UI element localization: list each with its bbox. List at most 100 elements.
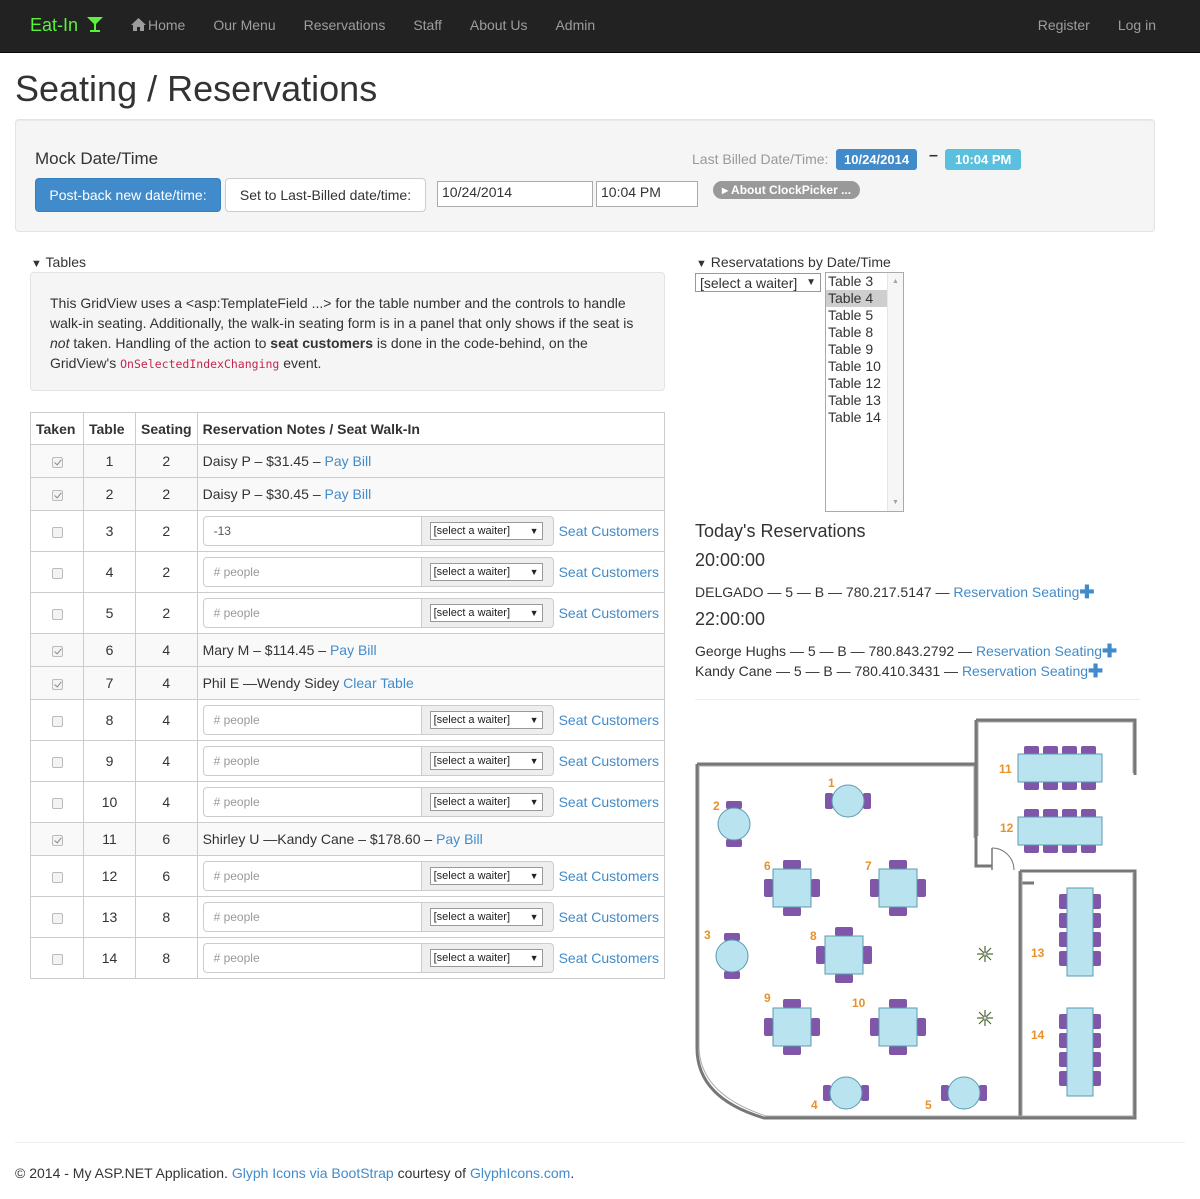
long-table[interactable] (1066, 887, 1094, 977)
seat-customers-link[interactable]: Seat Customers (559, 523, 659, 539)
glyph-icons-link[interactable]: Glyph Icons via BootStrap (232, 1165, 394, 1181)
taken-checkbox[interactable] (51, 645, 63, 657)
listbox-option[interactable]: Table 3 (826, 273, 887, 290)
taken-checkbox[interactable] (51, 678, 63, 690)
taken-checkbox[interactable] (51, 608, 63, 620)
seat-customers-link[interactable]: Seat Customers (559, 712, 659, 728)
row-action-link[interactable]: Pay Bill (325, 453, 372, 469)
tables-listbox[interactable]: Table 3 Table 4 Table 5 Table 8 Table 9 Table… (825, 272, 904, 512)
square-table[interactable] (878, 868, 918, 908)
mock-date-input[interactable]: 10/24/2014 (437, 181, 593, 207)
round-table[interactable] (715, 939, 749, 973)
people-count-input[interactable]: # people (202, 598, 422, 628)
waiter-select[interactable]: [select a waiter] ▼ (429, 711, 543, 729)
round-table[interactable] (831, 784, 865, 818)
listbox-scrollbar[interactable]: ▲ ▼ (887, 273, 903, 511)
reservation-seating-link[interactable]: Reservation Seating (976, 643, 1102, 659)
taken-checkbox[interactable] (51, 871, 63, 883)
seat-customers-link[interactable]: Seat Customers (559, 909, 659, 925)
listbox-option[interactable]: Table 12 (826, 375, 887, 392)
nav-login[interactable]: Log in (1104, 0, 1170, 52)
nav-admin[interactable]: Admin (541, 0, 609, 52)
taken-checkbox[interactable] (51, 797, 63, 809)
row-action-link[interactable]: Pay Bill (436, 831, 483, 847)
seat-customers-link[interactable]: Seat Customers (559, 868, 659, 884)
waiter-select[interactable]: [select a waiter] ▼ (429, 867, 543, 885)
seating-capacity: 4 (135, 633, 198, 667)
reservations-summary[interactable]: ▼ Reservatations by Date/Time (696, 254, 891, 270)
waiter-select[interactable]: [select a waiter] ▼ (429, 522, 543, 540)
plus-icon[interactable]: ✚ (1079, 582, 1094, 602)
long-table[interactable] (1066, 1007, 1094, 1097)
seat-customers-link[interactable]: Seat Customers (559, 950, 659, 966)
taken-checkbox[interactable] (51, 489, 63, 501)
people-count-input[interactable]: # people (202, 943, 422, 973)
plus-icon[interactable]: ✚ (1088, 661, 1103, 681)
taken-checkbox[interactable] (51, 834, 63, 846)
nav-home[interactable]: Home (117, 0, 199, 52)
listbox-option[interactable]: Table 14 (826, 409, 887, 426)
listbox-option[interactable]: Table 9 (826, 341, 887, 358)
square-table[interactable] (824, 935, 864, 975)
waiter-select[interactable]: [select a waiter] ▼ (429, 793, 543, 811)
reservation-waiter-dropdown[interactable]: [select a waiter] ▼ (695, 273, 821, 292)
glyphicons-com-link[interactable]: GlyphIcons.com (470, 1165, 570, 1181)
seat-customers-link[interactable]: Seat Customers (559, 753, 659, 769)
taken-checkbox[interactable] (51, 756, 63, 768)
square-table[interactable] (772, 868, 812, 908)
set-last-billed-button[interactable]: Set to Last-Billed date/time: (225, 178, 426, 212)
taken-checkbox[interactable] (51, 953, 63, 965)
postback-datetime-button[interactable]: Post-back new date/time: (35, 178, 221, 212)
waiter-select[interactable]: [select a waiter] ▼ (429, 752, 543, 770)
waiter-select[interactable]: [select a waiter] ▼ (429, 949, 543, 967)
listbox-option[interactable]: Table 4 (826, 290, 887, 307)
listbox-option[interactable]: Table 8 (826, 324, 887, 341)
reservation-seating-link[interactable]: Reservation Seating (953, 584, 1079, 600)
people-count-input[interactable]: -13 (202, 516, 422, 546)
people-count-input[interactable]: # people (202, 746, 422, 776)
people-count-input[interactable]: # people (202, 861, 422, 891)
square-table[interactable] (878, 1007, 918, 1047)
nav-our-menu[interactable]: Our Menu (199, 0, 289, 52)
taken-checkbox[interactable] (51, 526, 63, 538)
waiter-select-value: [select a waiter] (433, 525, 510, 537)
scroll-down-icon[interactable]: ▼ (892, 499, 899, 506)
listbox-option[interactable]: Table 10 (826, 358, 887, 375)
row-action-link[interactable]: Clear Table (343, 675, 414, 691)
about-clockpicker-toggle[interactable]: ▶ About ClockPicker ... (713, 181, 861, 199)
mock-time-input[interactable]: 10:04 PM (596, 181, 698, 207)
nav-register[interactable]: Register (1024, 0, 1104, 52)
people-count-input[interactable]: # people (202, 787, 422, 817)
row-action-link[interactable]: Pay Bill (325, 486, 372, 502)
waiter-select[interactable]: [select a waiter] ▼ (429, 908, 543, 926)
listbox-option[interactable]: Table 13 (826, 392, 887, 409)
nav-reservations[interactable]: Reservations (290, 0, 400, 52)
plus-icon[interactable]: ✚ (1102, 641, 1117, 661)
row-action-link[interactable]: Pay Bill (330, 642, 377, 658)
nav-about-us[interactable]: About Us (456, 0, 542, 52)
nav-staff[interactable]: Staff (399, 0, 456, 52)
round-table[interactable] (829, 1076, 863, 1110)
waiter-select[interactable]: [select a waiter] ▼ (429, 563, 543, 581)
square-table[interactable] (772, 1007, 812, 1047)
people-count-input[interactable]: # people (202, 902, 422, 932)
seat-customers-link[interactable]: Seat Customers (559, 605, 659, 621)
taken-checkbox[interactable] (51, 715, 63, 727)
brand-link[interactable]: Eat-In (30, 15, 104, 36)
tables-summary[interactable]: ▼ Tables (31, 254, 86, 270)
people-count-input[interactable]: # people (202, 705, 422, 735)
round-table[interactable] (947, 1076, 981, 1110)
seat-customers-link[interactable]: Seat Customers (559, 794, 659, 810)
people-count-input[interactable]: # people (202, 557, 422, 587)
seat-customers-link[interactable]: Seat Customers (559, 564, 659, 580)
waiter-select[interactable]: [select a waiter] ▼ (429, 604, 543, 622)
scroll-up-icon[interactable]: ▲ (892, 278, 899, 285)
long-table[interactable] (1017, 816, 1103, 846)
taken-checkbox[interactable] (51, 912, 63, 924)
taken-checkbox[interactable] (51, 456, 63, 468)
round-table[interactable] (717, 807, 751, 841)
listbox-option[interactable]: Table 5 (826, 307, 887, 324)
reservation-seating-link[interactable]: Reservation Seating (962, 663, 1088, 679)
taken-checkbox[interactable] (51, 567, 63, 579)
long-table[interactable] (1017, 753, 1103, 783)
